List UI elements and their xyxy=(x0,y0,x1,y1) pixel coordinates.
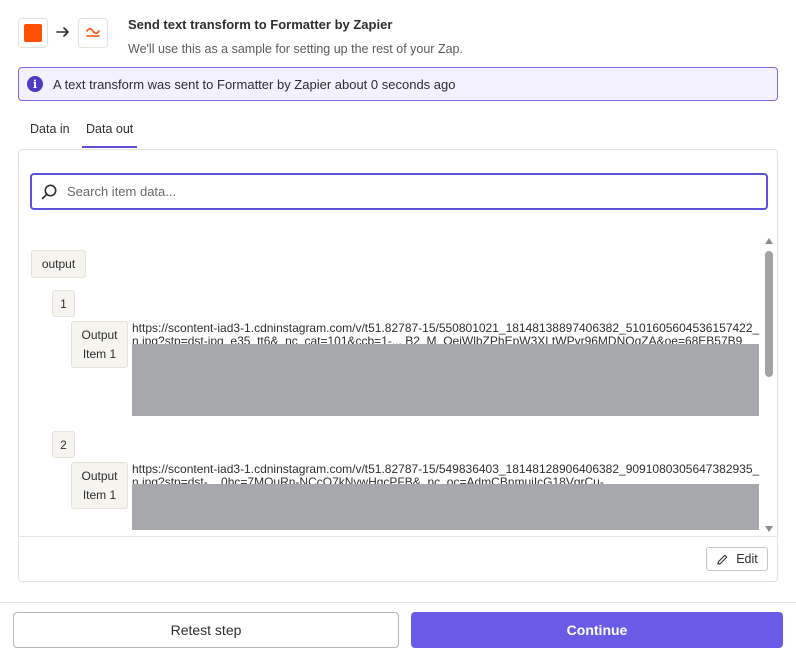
edit-button-label: Edit xyxy=(736,552,758,566)
item-key-2-line2: Item 1 xyxy=(82,487,117,502)
info-icon: i xyxy=(27,76,43,92)
panel-divider xyxy=(19,536,777,537)
footer-divider xyxy=(0,602,796,603)
orange-square-icon xyxy=(24,24,42,42)
search-icon xyxy=(41,184,57,199)
item-key-2: Output Item 1 xyxy=(71,462,128,509)
banner-text: A text transform was sent to Formatter b… xyxy=(53,76,456,92)
arrow-right-icon xyxy=(56,27,69,37)
redaction-block xyxy=(132,344,759,416)
item-key-1-line2: Item 1 xyxy=(82,346,117,361)
item-key-1-line1: Output xyxy=(81,327,118,342)
scrollbar-thumb[interactable] xyxy=(765,251,773,377)
search-box xyxy=(30,173,768,210)
tab-data-out[interactable]: Data out xyxy=(82,122,138,148)
edit-button[interactable]: Edit xyxy=(706,547,768,571)
data-out-panel: output 1 Output Item 1 https://scontent-… xyxy=(18,149,778,582)
retest-step-button[interactable]: Retest step xyxy=(13,612,399,648)
step-title: Send text transform to Formatter by Zapi… xyxy=(128,17,393,32)
step-subtitle: We'll use this as a sample for setting u… xyxy=(128,42,463,56)
scroll-up-arrow-icon[interactable] xyxy=(765,238,773,244)
pencil-icon xyxy=(717,554,728,565)
tree-scrollbar[interactable] xyxy=(763,238,775,536)
item-key-2-line1: Output xyxy=(81,468,118,483)
tab-data-in[interactable]: Data in xyxy=(30,122,70,146)
item-key-1: Output Item 1 xyxy=(71,321,128,368)
action-app-icon xyxy=(78,18,108,48)
formatter-icon xyxy=(86,27,100,37)
search-input[interactable] xyxy=(67,184,747,199)
output-tree: output 1 Output Item 1 https://scontent-… xyxy=(19,238,763,536)
info-banner: i A text transform was sent to Formatter… xyxy=(18,67,778,101)
output-root-label[interactable]: output xyxy=(31,250,86,278)
redaction-block xyxy=(132,484,759,530)
item-index-1[interactable]: 1 xyxy=(52,290,75,317)
scroll-down-arrow-icon[interactable] xyxy=(765,526,773,532)
continue-button[interactable]: Continue xyxy=(411,612,783,648)
item-index-2[interactable]: 2 xyxy=(52,431,75,458)
trigger-app-icon xyxy=(18,18,48,48)
